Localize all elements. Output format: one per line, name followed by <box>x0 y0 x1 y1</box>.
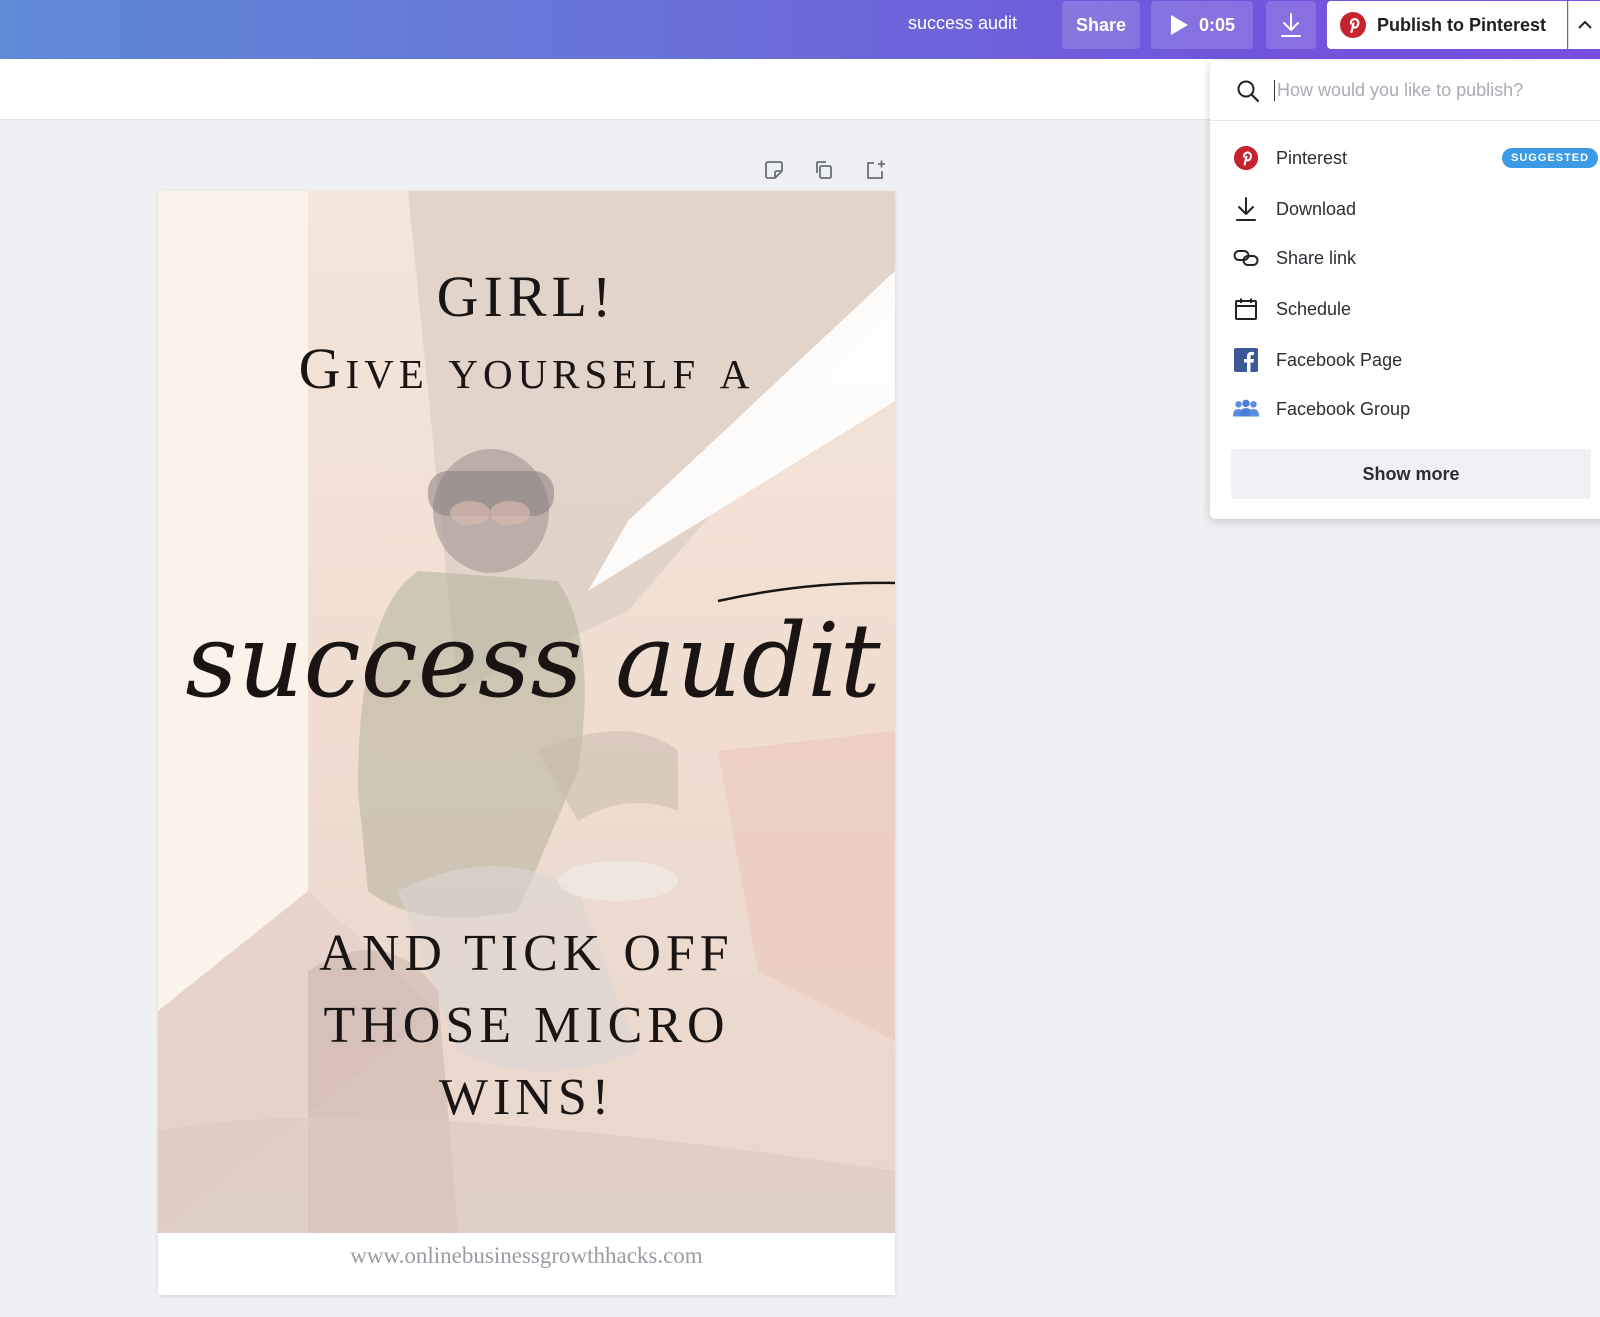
download-button[interactable] <box>1266 1 1316 49</box>
duplicate-page-button[interactable] <box>811 157 837 183</box>
menu-item-download[interactable]: Download <box>1210 187 1600 231</box>
present-button[interactable]: 0:05 <box>1151 1 1253 49</box>
show-more-button[interactable]: Show more <box>1231 449 1591 499</box>
tick-off-line: AND TICK OFF <box>319 925 734 982</box>
share-button[interactable]: Share <box>1062 1 1140 49</box>
pinterest-icon <box>1232 144 1260 172</box>
top-bar: success audit Share 0:05 Publish to Pint… <box>0 0 1600 59</box>
footer-url[interactable]: www.onlinebusinessgrowthhacks.com <box>158 1243 895 1269</box>
menu-item-schedule[interactable]: Schedule <box>1210 287 1600 331</box>
design-canvas[interactable]: GIRL! Give yourself a success audit AND … <box>158 191 895 1295</box>
menu-item-pinterest[interactable]: Pinterest SUGGESTED <box>1210 136 1600 180</box>
publish-menu: Pinterest SUGGESTED Download Share link … <box>1210 61 1600 519</box>
publish-label: Publish to Pinterest <box>1377 14 1547 35</box>
link-icon <box>1232 244 1260 272</box>
script-headline[interactable]: success audit <box>158 521 895 741</box>
menu-item-label: Pinterest <box>1276 147 1348 168</box>
pinterest-icon <box>1340 12 1366 38</box>
download-icon <box>1232 195 1260 223</box>
play-duration: 0:05 <box>1198 14 1236 35</box>
download-icon <box>1281 13 1301 37</box>
script-flourish <box>717 581 895 603</box>
publish-search <box>1210 61 1600 121</box>
wins-line: WINS! <box>438 1069 615 1126</box>
publish-to-pinterest-button[interactable]: Publish to Pinterest <box>1327 1 1567 49</box>
menu-item-facebook-page[interactable]: Facebook Page <box>1210 338 1600 382</box>
add-page-icon <box>867 160 885 179</box>
facebook-icon <box>1232 346 1260 374</box>
add-page-button[interactable] <box>862 157 888 183</box>
menu-item-label: Download <box>1276 198 1357 219</box>
add-note-button[interactable] <box>761 157 787 183</box>
menu-item-share-link[interactable]: Share link <box>1210 236 1600 280</box>
suggested-badge: SUGGESTED <box>1502 148 1599 168</box>
menu-item-label: Schedule <box>1276 298 1352 319</box>
calendar-icon <box>1232 295 1260 323</box>
menu-item-label: Share link <box>1276 247 1357 268</box>
script-headline-text: success audit <box>185 602 881 721</box>
group-icon <box>1232 395 1260 423</box>
menu-item-label: Facebook Page <box>1276 349 1403 370</box>
menu-item-label: Facebook Group <box>1276 398 1411 419</box>
publish-search-input[interactable] <box>1274 80 1594 101</box>
note-icon <box>765 161 783 179</box>
copy-icon <box>816 161 832 179</box>
publish-options-toggle[interactable] <box>1568 1 1600 49</box>
search-icon <box>1237 80 1260 102</box>
chevron-up-icon <box>1577 20 1592 29</box>
document-title[interactable]: success audit <box>908 13 1017 34</box>
headline-line-2[interactable]: Give yourself a <box>158 335 895 402</box>
micro-line: THOSE MICRO <box>323 997 730 1054</box>
headline-line-1[interactable]: GIRL! <box>158 263 895 330</box>
headline-line-3[interactable]: AND TICK OFF THOSE MICRO WINS! <box>158 918 895 1134</box>
menu-item-facebook-group[interactable]: Facebook Group <box>1210 387 1600 431</box>
play-icon <box>1170 15 1188 35</box>
